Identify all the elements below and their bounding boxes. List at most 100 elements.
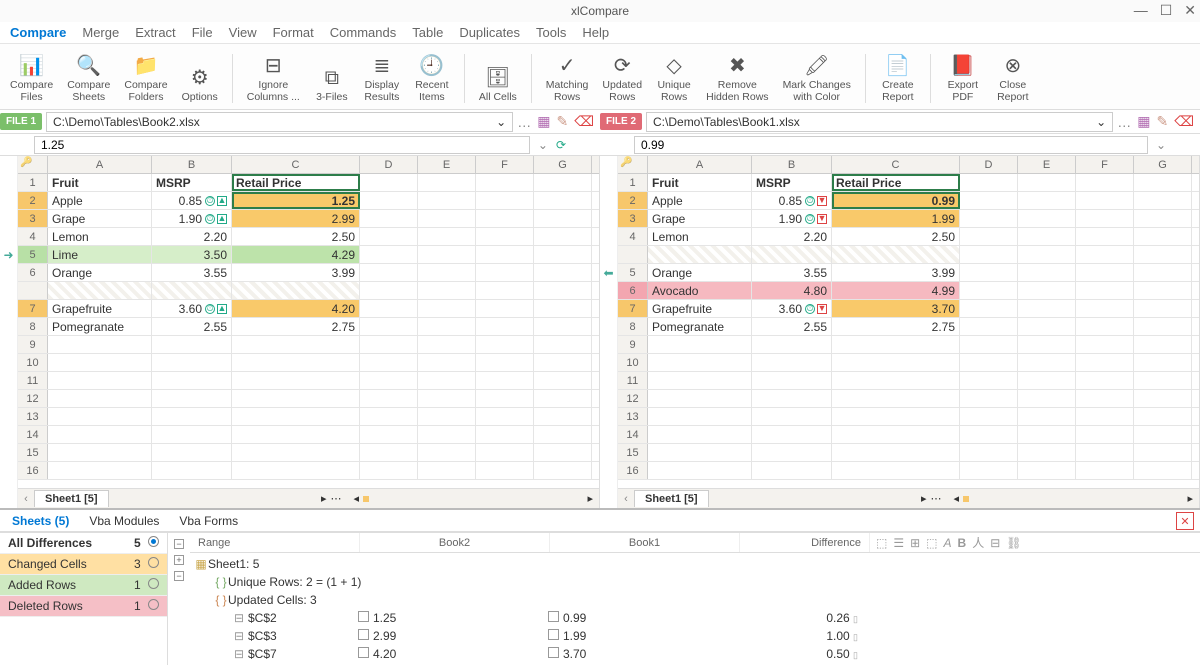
dropdown-icon[interactable]: ⌄ bbox=[1096, 115, 1106, 129]
data-row[interactable]: 8 Pomegranate 2.55 2.75 bbox=[18, 318, 599, 336]
data-row[interactable]: 16 bbox=[618, 462, 1199, 480]
data-row[interactable]: 6 Avocado 4.80 4.99 bbox=[618, 282, 1199, 300]
hdr-fruit[interactable]: Fruit bbox=[648, 174, 752, 191]
col-header-D[interactable]: D bbox=[360, 156, 418, 173]
menu-view[interactable]: View bbox=[229, 25, 257, 40]
menu-tools[interactable]: Tools bbox=[536, 25, 566, 40]
diff-filter[interactable]: Changed Cells3 bbox=[0, 554, 167, 575]
panel-tab[interactable]: Sheets (5) bbox=[12, 514, 69, 528]
menu-merge[interactable]: Merge bbox=[82, 25, 119, 40]
close-icon[interactable]: ✕ bbox=[1184, 2, 1196, 19]
dropdown-icon[interactable]: ⌄ bbox=[496, 115, 506, 129]
data-row[interactable]: 7 Grapefruite 3.60⏱▼ 3.70 bbox=[618, 300, 1199, 318]
ribbon-recent[interactable]: 🕘RecentItems bbox=[408, 50, 456, 107]
ribbon-3-files[interactable]: ⧉3-Files bbox=[308, 50, 356, 107]
hdr-fruit[interactable]: Fruit bbox=[48, 174, 152, 191]
col-header-F[interactable]: F bbox=[1076, 156, 1134, 173]
panel-tab[interactable]: Vba Forms bbox=[179, 514, 238, 528]
data-row[interactable]: 5 Lime 3.50 4.29 bbox=[18, 246, 599, 264]
data-row[interactable]: 6 Orange 3.55 3.99 bbox=[18, 264, 599, 282]
ribbon-unique[interactable]: ◇UniqueRows bbox=[650, 50, 698, 107]
menu-file[interactable]: File bbox=[192, 25, 213, 40]
menu-compare[interactable]: Compare bbox=[10, 25, 66, 40]
data-row[interactable]: 2 Apple 0.85⏱▼ 0.99 bbox=[618, 192, 1199, 210]
data-row[interactable]: 12 bbox=[618, 390, 1199, 408]
data-row[interactable]: 10 bbox=[618, 354, 1199, 372]
data-row[interactable]: 14 bbox=[18, 426, 599, 444]
close-panel-button[interactable]: ✕ bbox=[1176, 512, 1194, 530]
ribbon-options[interactable]: ⚙Options bbox=[176, 50, 224, 107]
ribbon-export[interactable]: 📕ExportPDF bbox=[939, 50, 987, 107]
col-header-E[interactable]: E bbox=[1018, 156, 1076, 173]
expand-icon[interactable]: + bbox=[174, 555, 184, 565]
col-header-F[interactable]: F bbox=[476, 156, 534, 173]
data-row[interactable]: 14 bbox=[618, 426, 1199, 444]
data-row[interactable]: 9 bbox=[618, 336, 1199, 354]
data-row[interactable]: 11 bbox=[18, 372, 599, 390]
ribbon-remove[interactable]: ✖RemoveHidden Rows bbox=[700, 50, 774, 107]
data-row[interactable]: 15 bbox=[618, 444, 1199, 462]
minimize-icon[interactable]: — bbox=[1134, 2, 1148, 19]
dropdown-icon[interactable]: ⌄ bbox=[538, 138, 548, 152]
col-header-C[interactable]: C bbox=[832, 156, 960, 173]
collapse-icon[interactable]: − bbox=[174, 539, 184, 549]
diff-row[interactable]: ⊟ $C$3 2.99 1.99 1.00 ▯ bbox=[194, 627, 1196, 645]
more-icon[interactable]: … bbox=[517, 114, 531, 130]
data-row[interactable]: 10 bbox=[18, 354, 599, 372]
ribbon-compare[interactable]: 📁CompareFolders bbox=[118, 50, 173, 107]
hdr-msrp[interactable]: MSRP bbox=[152, 174, 232, 191]
panel-tab[interactable]: Vba Modules bbox=[89, 514, 159, 528]
diff-row[interactable]: ⊟ $C$7 4.20 3.70 0.50 ▯ bbox=[194, 645, 1196, 663]
data-row[interactable]: 7 Grapefruite 3.60⏱▲ 4.20 bbox=[18, 300, 599, 318]
col-header-G[interactable]: G bbox=[534, 156, 592, 173]
hdr-retail[interactable]: Retail Price bbox=[232, 174, 360, 191]
data-row[interactable]: 8 Pomegranate 2.55 2.75 bbox=[618, 318, 1199, 336]
ribbon-mark-changes[interactable]: 🖍Mark Changeswith Color bbox=[777, 50, 857, 107]
diff-filter[interactable]: Added Rows1 bbox=[0, 575, 167, 596]
delete-icon[interactable]: ⌫ bbox=[574, 113, 594, 130]
formula-bar-right[interactable] bbox=[634, 136, 1148, 154]
data-row[interactable]: 5 Orange 3.55 3.99 bbox=[618, 264, 1199, 282]
save-icon[interactable]: ▦ bbox=[1137, 113, 1150, 130]
menu-format[interactable]: Format bbox=[273, 25, 314, 40]
ribbon-updated[interactable]: ⟳UpdatedRows bbox=[596, 50, 648, 107]
tab-prev[interactable]: ‹ bbox=[18, 493, 34, 505]
menu-extract[interactable]: Extract bbox=[135, 25, 175, 40]
edit-icon[interactable]: ✎ bbox=[556, 113, 568, 130]
ribbon-ignore[interactable]: ⊟IgnoreColumns ... bbox=[241, 50, 306, 107]
data-row[interactable]: 3 Grape 1.90⏱▲ 2.99 bbox=[18, 210, 599, 228]
arrow-left-icon[interactable]: ⬅ bbox=[600, 264, 617, 282]
diff-filter[interactable]: Deleted Rows1 bbox=[0, 596, 167, 617]
sync-icon[interactable]: ⟳ bbox=[556, 138, 566, 152]
sheet-tab[interactable]: Sheet1 [5] bbox=[34, 490, 109, 507]
ribbon-matching[interactable]: ✓MatchingRows bbox=[540, 50, 595, 107]
data-row[interactable]: 13 bbox=[18, 408, 599, 426]
sheet-tab[interactable]: Sheet1 [5] bbox=[634, 490, 709, 507]
col-header-C[interactable]: C bbox=[232, 156, 360, 173]
data-row[interactable]: 2 Apple 0.85⏱▲ 1.25 bbox=[18, 192, 599, 210]
maximize-icon[interactable]: ☐ bbox=[1160, 2, 1173, 19]
diff-filter[interactable]: All Differences5 bbox=[0, 533, 167, 554]
col-header-B[interactable]: B bbox=[752, 156, 832, 173]
col-header-A[interactable]: A bbox=[648, 156, 752, 173]
edit-icon[interactable]: ✎ bbox=[1156, 113, 1168, 130]
arrow-right-icon[interactable]: ➜ bbox=[0, 246, 17, 264]
ribbon-create[interactable]: 📄CreateReport bbox=[874, 50, 922, 107]
hdr-msrp[interactable]: MSRP bbox=[752, 174, 832, 191]
menu-commands[interactable]: Commands bbox=[330, 25, 396, 40]
data-row[interactable]: 16 bbox=[18, 462, 599, 480]
ribbon-compare[interactable]: 📊CompareFiles bbox=[4, 50, 59, 107]
data-row[interactable]: 13 bbox=[618, 408, 1199, 426]
data-row[interactable]: 3 Grape 1.90⏱▼ 1.99 bbox=[618, 210, 1199, 228]
save-icon[interactable]: ▦ bbox=[537, 113, 550, 130]
formula-bar-left[interactable] bbox=[34, 136, 530, 154]
data-row[interactable]: 9 bbox=[18, 336, 599, 354]
data-row[interactable]: 11 bbox=[618, 372, 1199, 390]
data-row[interactable]: 15 bbox=[18, 444, 599, 462]
dropdown-icon[interactable]: ⌄ bbox=[1156, 138, 1166, 152]
tab-prev[interactable]: ‹ bbox=[618, 493, 634, 505]
file2-path[interactable]: C:\Demo\Tables\Book1.xlsx ⌄ bbox=[646, 112, 1113, 132]
col-header-B[interactable]: B bbox=[152, 156, 232, 173]
ribbon-close[interactable]: ⊗CloseReport bbox=[989, 50, 1037, 107]
collapse-icon[interactable]: − bbox=[174, 571, 184, 581]
